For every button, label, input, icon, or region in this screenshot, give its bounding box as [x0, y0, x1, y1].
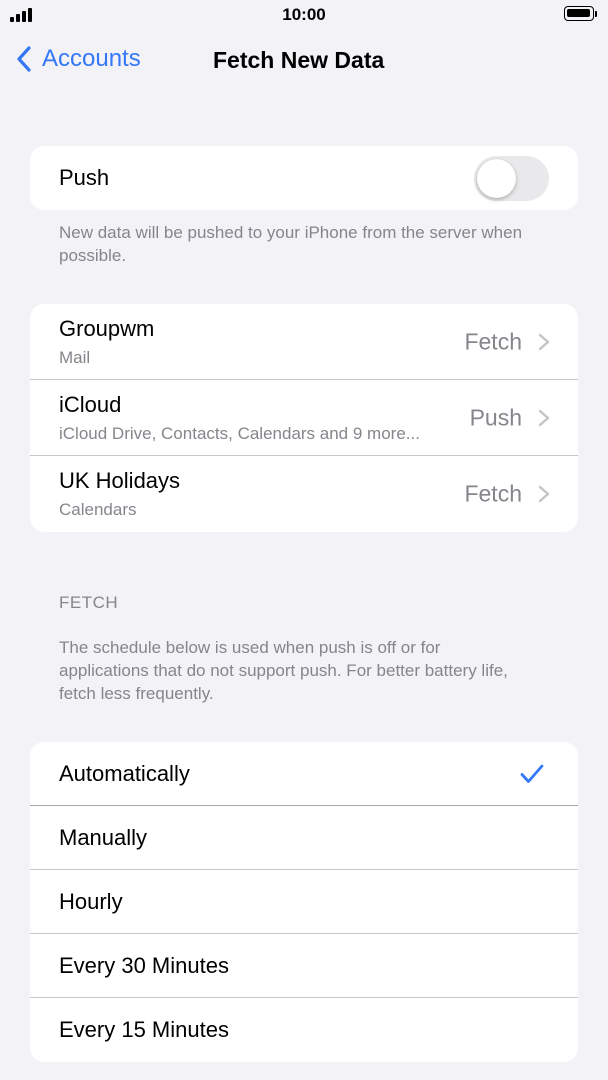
fetch-option-label: Hourly [59, 889, 123, 914]
fetch-option-every-30-minutes[interactable]: Every 30 Minutes [30, 934, 578, 998]
account-detail: Calendars [59, 500, 137, 519]
fetch-option-every-15-minutes[interactable]: Every 15 Minutes [30, 998, 578, 1062]
checkmark-icon [520, 764, 544, 783]
toggle-knob [477, 159, 516, 198]
fetch-description: The schedule below is used when push is … [59, 638, 508, 703]
account-detail: iCloud Drive, Contacts, Calendars and 9 … [59, 424, 420, 443]
push-group: Push [30, 146, 578, 210]
push-row: Push [30, 146, 578, 210]
navigation-bar: Accounts Fetch New Data [0, 36, 608, 88]
fetch-option-label: Every 30 Minutes [59, 953, 229, 978]
chevron-right-icon [538, 409, 550, 427]
account-name: iCloud [59, 392, 122, 417]
account-fetch-mode: Fetch [464, 480, 522, 507]
chevron-right-icon [538, 333, 550, 351]
push-footnote: New data will be pushed to your iPhone f… [59, 223, 523, 265]
accounts-group: Groupwm Mail Fetch iCloud iCloud Drive, … [30, 304, 578, 532]
fetch-option-hourly[interactable]: Hourly [30, 870, 578, 934]
account-detail: Mail [59, 348, 91, 367]
push-label: Push [59, 165, 110, 190]
back-button[interactable]: Accounts [16, 45, 141, 73]
fetch-option-automatically[interactable]: Automatically [30, 742, 578, 806]
push-toggle[interactable] [474, 156, 549, 201]
back-button-label: Accounts [42, 45, 141, 72]
account-name: UK Holidays [59, 468, 181, 493]
account-row-icloud[interactable]: iCloud iCloud Drive, Contacts, Calendars… [30, 380, 578, 456]
account-fetch-mode: Fetch [464, 328, 522, 355]
account-name: Groupwm [59, 316, 155, 341]
fetch-option-label: Automatically [59, 761, 190, 786]
fetch-option-label: Manually [59, 825, 148, 850]
chevron-right-icon [538, 485, 550, 503]
fetch-schedule-group: Automatically Manually Hourly Every 30 M… [30, 742, 578, 1062]
account-fetch-mode: Push [469, 404, 522, 431]
status-time: 10:00 [282, 5, 326, 24]
status-bar: 10:00 [0, 0, 608, 30]
chevron-left-icon [17, 46, 31, 72]
account-row-uk-holidays[interactable]: UK Holidays Calendars Fetch [30, 456, 578, 532]
fetch-section-header: FETCH [59, 593, 119, 612]
account-row-groupwm[interactable]: Groupwm Mail Fetch [30, 304, 578, 380]
battery-icon [564, 6, 598, 23]
fetch-option-label: Every 15 Minutes [59, 1017, 229, 1042]
page-title: Fetch New Data [213, 47, 385, 73]
fetch-option-manually[interactable]: Manually [30, 806, 578, 870]
